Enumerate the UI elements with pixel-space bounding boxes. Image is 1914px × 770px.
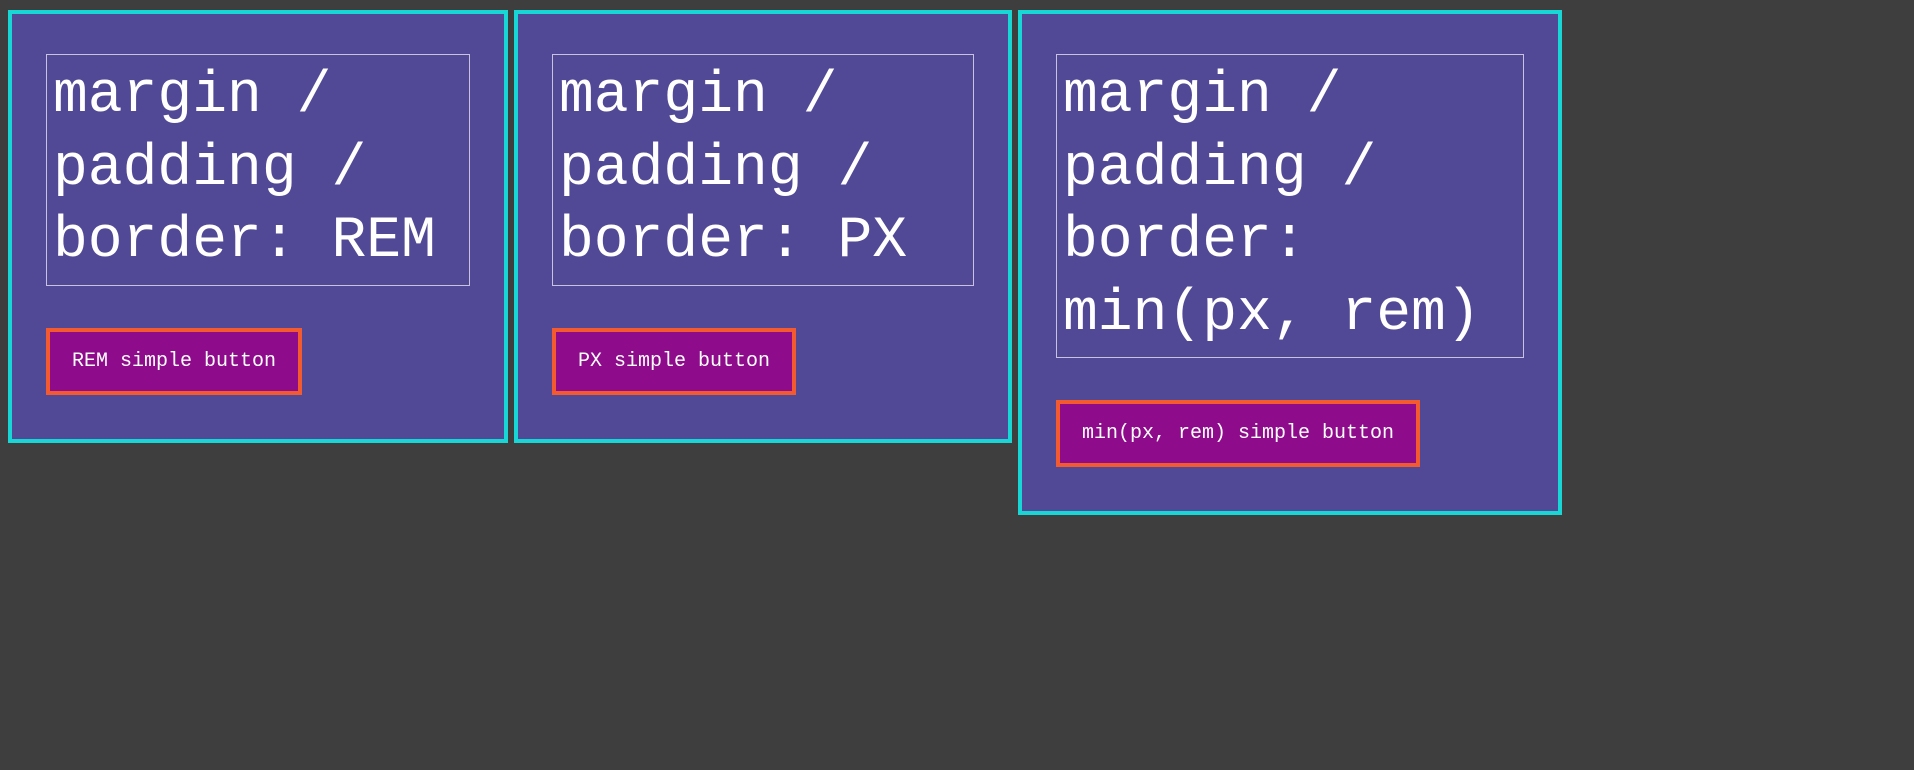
headline-px: margin / padding / border: PX: [552, 54, 974, 286]
px-simple-button[interactable]: PX simple button: [552, 328, 796, 395]
panel-min: margin / padding / border: min(px, rem) …: [1018, 10, 1562, 515]
panel-rem: margin / padding / border: REM REM simpl…: [8, 10, 508, 443]
headline-min: margin / padding / border: min(px, rem): [1056, 54, 1524, 358]
panel-row: margin / padding / border: REM REM simpl…: [0, 0, 1914, 525]
panel-px: margin / padding / border: PX PX simple …: [514, 10, 1012, 443]
min-simple-button[interactable]: min(px, rem) simple button: [1056, 400, 1420, 467]
headline-rem: margin / padding / border: REM: [46, 54, 470, 286]
rem-simple-button[interactable]: REM simple button: [46, 328, 302, 395]
